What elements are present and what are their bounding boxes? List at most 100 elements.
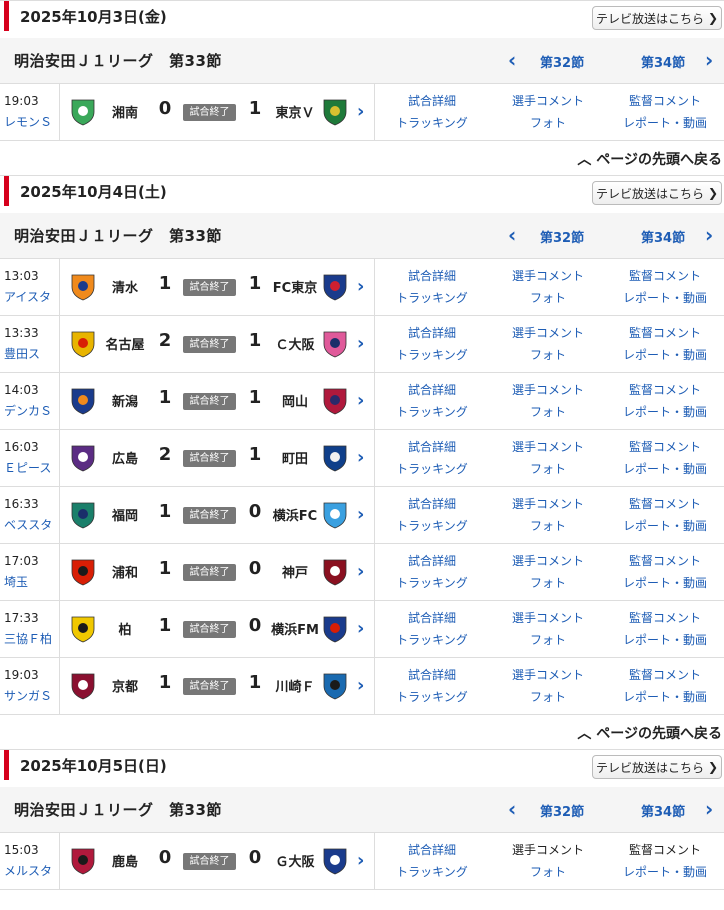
manager-comments-link[interactable]: 監督コメント <box>610 438 720 455</box>
prev-round-link[interactable]: 第32節 <box>540 801 584 820</box>
match-details-link[interactable]: 試合詳細 <box>377 552 487 569</box>
player-comments-link[interactable]: 選手コメント <box>493 324 603 341</box>
chevron-right-icon: ❯ <box>707 760 719 774</box>
photo-link[interactable]: フォト <box>493 863 603 880</box>
chevron-left-icon[interactable]: ‹ <box>508 223 516 247</box>
photo-link[interactable]: フォト <box>493 460 603 477</box>
match-date: 2025年10月5日(日) <box>20 757 167 775</box>
photo-link[interactable]: フォト <box>493 346 603 363</box>
chevron-right-icon[interactable]: › <box>705 797 713 821</box>
tv-broadcast-button[interactable]: テレビ放送はこちら ❯ <box>592 181 722 205</box>
divider <box>374 658 375 714</box>
venue-link[interactable]: ベススタ <box>4 516 52 533</box>
report-video-link[interactable]: レポート・動画 <box>610 631 720 648</box>
home-team-name: 新潟 <box>111 395 138 410</box>
match-details-link[interactable]: 試合詳細 <box>377 495 487 512</box>
venue-link[interactable]: サンガＳ <box>4 687 52 704</box>
manager-comments-link[interactable]: 監督コメント <box>610 381 720 398</box>
tv-broadcast-button[interactable]: テレビ放送はこちら ❯ <box>592 755 722 779</box>
player-comments-link[interactable]: 選手コメント <box>493 552 603 569</box>
venue-link[interactable]: デンカＳ <box>4 402 52 419</box>
venue-link[interactable]: アイスタ <box>4 288 51 305</box>
chevron-right-icon[interactable]: › <box>357 618 364 639</box>
tracking-link[interactable]: トラッキング <box>377 403 487 420</box>
chevron-right-icon[interactable]: › <box>357 276 364 297</box>
chevron-left-icon[interactable]: ‹ <box>508 797 516 821</box>
match-details-link[interactable]: 試合詳細 <box>377 381 487 398</box>
venue-link[interactable]: Ｅピース <box>4 459 51 476</box>
report-video-link[interactable]: レポート・動画 <box>610 574 720 591</box>
chevron-right-icon[interactable]: › <box>357 561 364 582</box>
manager-comments-link[interactable]: 監督コメント <box>610 666 720 683</box>
player-comments-link[interactable]: 選手コメント <box>493 92 603 109</box>
manager-comments-link[interactable]: 監督コメント <box>610 495 720 512</box>
report-video-link[interactable]: レポート・動画 <box>610 460 720 477</box>
tracking-link[interactable]: トラッキング <box>377 517 487 534</box>
match-details-link[interactable]: 試合詳細 <box>377 324 487 341</box>
report-video-link[interactable]: レポート・動画 <box>610 863 720 880</box>
venue-link[interactable]: 埼玉 <box>4 573 28 590</box>
photo-link[interactable]: フォト <box>493 574 603 591</box>
report-video-link[interactable]: レポート・動画 <box>610 114 720 131</box>
chevron-right-icon[interactable]: › <box>357 504 364 525</box>
photo-link[interactable]: フォト <box>493 517 603 534</box>
photo-link[interactable]: フォト <box>493 403 603 420</box>
chevron-right-icon[interactable]: › <box>705 223 713 247</box>
venue-link[interactable]: 三協Ｆ柏 <box>4 630 52 647</box>
tv-broadcast-button[interactable]: テレビ放送はこちら ❯ <box>592 6 722 30</box>
venue-link[interactable]: 豊田ス <box>4 345 40 362</box>
venue-link[interactable]: メルスタ <box>4 862 52 879</box>
prev-round-link[interactable]: 第32節 <box>540 227 584 246</box>
report-video-link[interactable]: レポート・動画 <box>610 688 720 705</box>
next-round-link[interactable]: 第34節 <box>641 52 685 71</box>
match-details-link[interactable]: 試合詳細 <box>377 666 487 683</box>
chevron-right-icon[interactable]: › <box>357 390 364 411</box>
next-round-link[interactable]: 第34節 <box>641 227 685 246</box>
tracking-link[interactable]: トラッキング <box>377 346 487 363</box>
match-details-link[interactable]: 試合詳細 <box>377 609 487 626</box>
manager-comments-link[interactable]: 監督コメント <box>610 267 720 284</box>
chevron-right-icon[interactable]: › <box>357 850 364 871</box>
chevron-right-icon[interactable]: › <box>357 447 364 468</box>
match-details-link[interactable]: 試合詳細 <box>377 267 487 284</box>
back-to-top-link[interactable]: ︿ ページの先頭へ戻る <box>577 723 722 743</box>
chevron-left-icon[interactable]: ‹ <box>508 48 516 72</box>
tracking-link[interactable]: トラッキング <box>377 863 487 880</box>
player-comments-link[interactable]: 選手コメント <box>493 666 603 683</box>
next-round-link[interactable]: 第34節 <box>641 801 685 820</box>
away-team-name: 岡山 <box>281 395 308 410</box>
manager-comments-link[interactable]: 監督コメント <box>610 92 720 109</box>
tracking-link[interactable]: トラッキング <box>377 114 487 131</box>
manager-comments-link[interactable]: 監督コメント <box>610 324 720 341</box>
player-comments-link[interactable]: 選手コメント <box>493 438 603 455</box>
report-video-link[interactable]: レポート・動画 <box>610 403 720 420</box>
photo-link[interactable]: フォト <box>493 688 603 705</box>
photo-link[interactable]: フォト <box>493 631 603 648</box>
report-video-link[interactable]: レポート・動画 <box>610 346 720 363</box>
report-video-link[interactable]: レポート・動画 <box>610 289 720 306</box>
chevron-right-icon[interactable]: › <box>357 675 364 696</box>
tracking-link[interactable]: トラッキング <box>377 688 487 705</box>
manager-comments-link[interactable]: 監督コメント <box>610 552 720 569</box>
manager-comments-link[interactable]: 監督コメント <box>610 609 720 626</box>
player-comments-link[interactable]: 選手コメント <box>493 495 603 512</box>
back-to-top-link[interactable]: ︿ ページの先頭へ戻る <box>577 149 722 169</box>
photo-link[interactable]: フォト <box>493 114 603 131</box>
tracking-link[interactable]: トラッキング <box>377 460 487 477</box>
chevron-right-icon[interactable]: › <box>357 333 364 354</box>
photo-link[interactable]: フォト <box>493 289 603 306</box>
chevron-right-icon[interactable]: › <box>705 48 713 72</box>
match-details-link[interactable]: 試合詳細 <box>377 841 487 858</box>
match-details-link[interactable]: 試合詳細 <box>377 438 487 455</box>
tracking-link[interactable]: トラッキング <box>377 289 487 306</box>
tracking-link[interactable]: トラッキング <box>377 574 487 591</box>
player-comments-link[interactable]: 選手コメント <box>493 267 603 284</box>
player-comments-link[interactable]: 選手コメント <box>493 381 603 398</box>
venue-link[interactable]: レモンＳ <box>4 113 52 130</box>
tracking-link[interactable]: トラッキング <box>377 631 487 648</box>
chevron-right-icon[interactable]: › <box>357 101 364 122</box>
match-details-link[interactable]: 試合詳細 <box>377 92 487 109</box>
player-comments-link[interactable]: 選手コメント <box>493 609 603 626</box>
report-video-link[interactable]: レポート・動画 <box>610 517 720 534</box>
prev-round-link[interactable]: 第32節 <box>540 52 584 71</box>
